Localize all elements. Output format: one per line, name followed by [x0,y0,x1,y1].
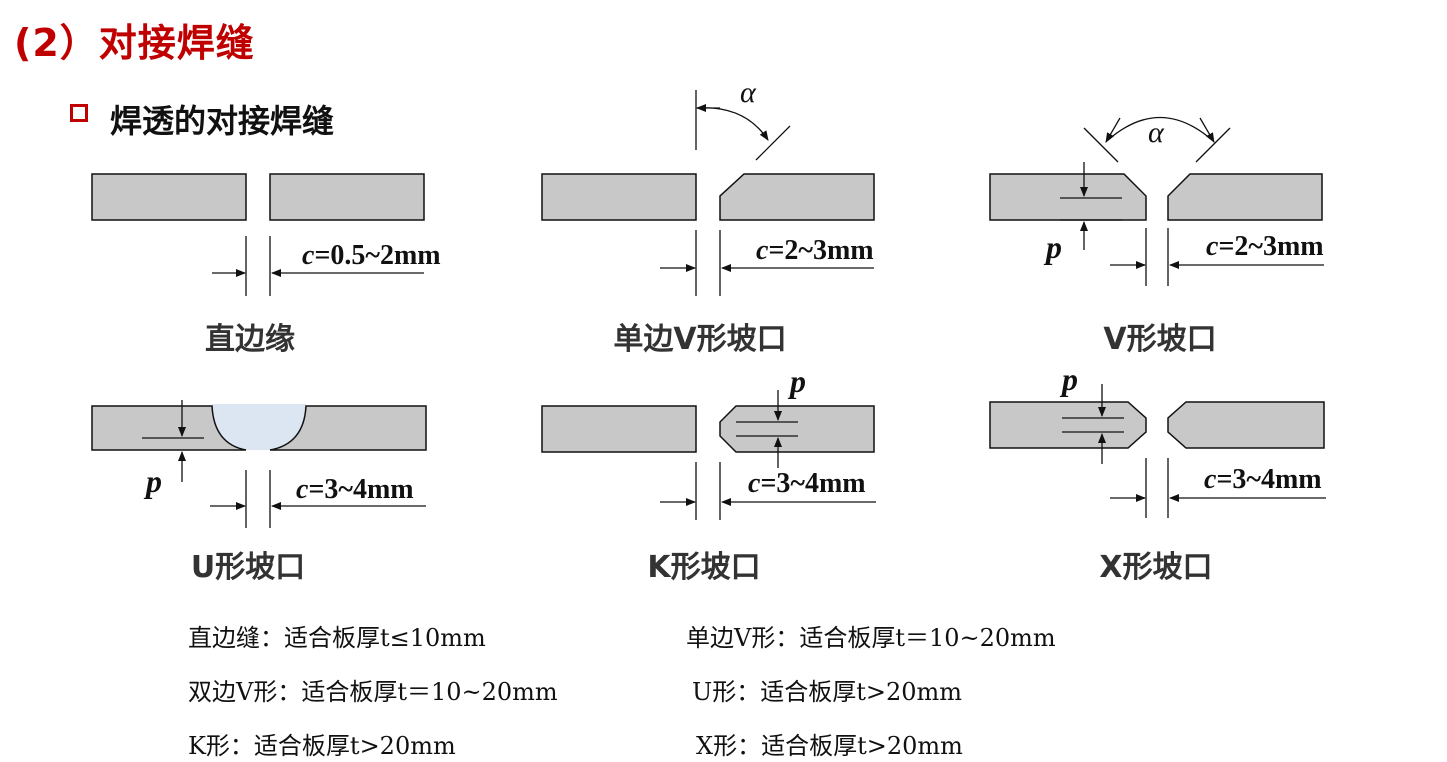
plate-left [541,405,697,453]
note-double-v: 双边V形：适合板厚t＝10~20mm [188,678,558,706]
caption-k: K形坡口 [647,550,761,585]
plate-right-x [1167,401,1325,449]
c-dimension-u: c=3~4mm [296,474,414,505]
p-label: p [1043,229,1062,265]
diagram-u: p c=3~4mm [91,400,427,528]
c-dimension-v: c=2~3mm [1206,231,1324,262]
p-label: p [787,363,806,399]
alpha-label: α [1148,116,1165,149]
p-label: p [1059,361,1078,397]
plate-right-beveled [719,173,875,221]
plate-right [269,173,425,221]
plate-right-k [719,405,875,453]
caption-straight: 直边缘 [205,322,295,357]
plate-left-beveled [989,173,1147,221]
diagram-k: p c=3~4mm [541,363,876,520]
c-dimension-x: c=3~4mm [1204,464,1322,495]
alpha-label: α [740,76,757,109]
note-u: U形：适合板厚t>20mm [692,678,963,706]
caption-v: V形坡口 [1103,322,1217,357]
p-label: p [143,463,162,499]
c-dimension-straight: c=0.5~2mm [302,240,441,271]
note-k: K形：适合板厚t>20mm [188,732,456,760]
note-x: X形：适合板厚t>20mm [696,732,963,760]
diagram-straight: c=0.5~2mm [91,173,441,296]
c-dimension-k: c=3~4mm [748,468,866,499]
diagram-single-v: α c=2~3mm [541,76,875,296]
caption-x: X形坡口 [1099,550,1213,585]
plate-left [91,173,247,221]
plate-left [541,173,697,221]
note-single-v: 单边V形：适合板厚t＝10~20mm [686,624,1056,652]
diagram-x: p c=3~4mm [989,361,1326,518]
c-dimension-single-v: c=2~3mm [756,235,874,266]
note-straight: 直边缝：适合板厚t≤10mm [188,624,486,652]
caption-single-v: 单边V形坡口 [613,322,787,357]
diagram-v: α p c=2~3mm [989,116,1324,286]
plate-left-x [989,401,1147,449]
caption-u: U形坡口 [190,550,306,585]
plate-right-beveled [1167,173,1323,221]
